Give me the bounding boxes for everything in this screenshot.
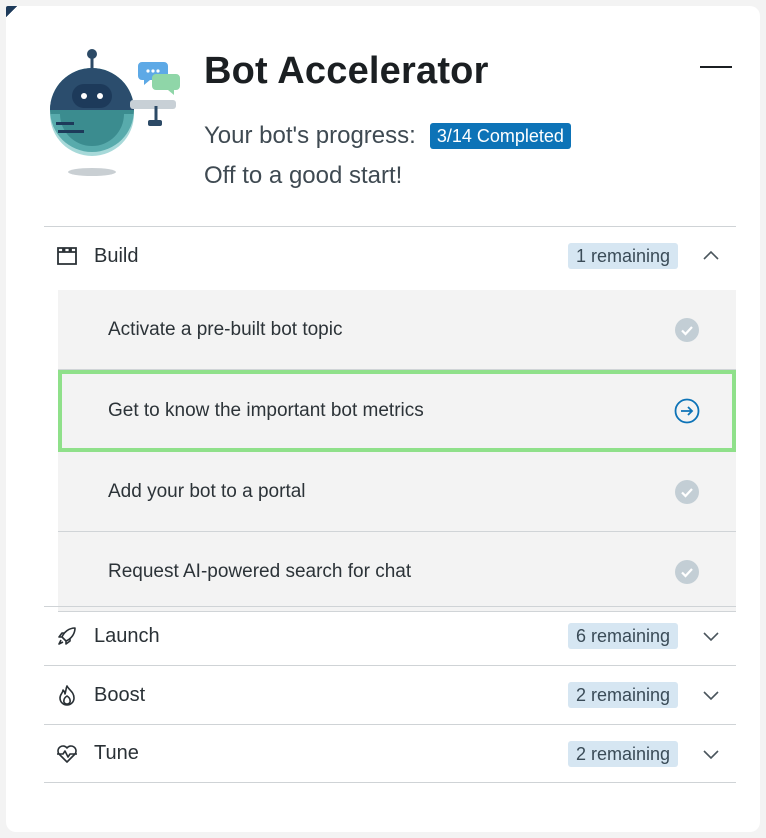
progress-line: Your bot's progress: 3/14 Completed <box>204 122 571 150</box>
section-build-label: Build <box>94 244 139 267</box>
progress-label: Your bot's progress: <box>204 122 416 149</box>
task-item[interactable]: Activate a pre-built bot topic <box>58 290 736 370</box>
chevron-down-icon[interactable] <box>702 745 720 763</box>
bot-avatar <box>50 49 180 176</box>
corner-mark <box>6 6 20 20</box>
section-tune-label: Tune <box>94 742 139 764</box>
section-build-header[interactable]: Build 1 remaining <box>44 226 736 285</box>
chevron-down-icon[interactable] <box>702 686 720 704</box>
task-label: Activate a pre-built bot topic <box>108 318 343 340</box>
chevron-down-icon[interactable] <box>702 627 720 645</box>
progress-badge: 3/14 Completed <box>429 123 571 149</box>
task-item-current[interactable]: Get to know the important bot metrics <box>58 370 736 452</box>
task-label: Add your bot to a portal <box>108 480 306 502</box>
section-launch-label: Launch <box>94 624 160 647</box>
launch-remaining-badge: 6 remaining <box>567 623 678 649</box>
section-boost-header[interactable]: Boost 2 remaining <box>44 665 736 724</box>
build-icon <box>56 245 78 267</box>
task-label: Get to know the important bot metrics <box>108 400 424 421</box>
bot-accelerator-panel: Bot Accelerator Your bot's progress: 3/1… <box>6 6 760 832</box>
rocket-icon <box>56 625 78 647</box>
build-remaining-badge: 1 remaining <box>567 243 678 269</box>
check-circle-icon <box>675 560 699 584</box>
boost-remaining-badge: 2 remaining <box>567 682 678 708</box>
chevron-up-icon[interactable] <box>702 247 720 265</box>
tune-remaining-badge: 2 remaining <box>567 741 678 767</box>
flame-icon <box>56 684 78 706</box>
section-boost-label: Boost <box>94 683 146 706</box>
heartbeat-icon <box>56 743 78 765</box>
section-tune-header[interactable]: Tune 2 remaining <box>44 724 736 783</box>
section-launch-header[interactable]: Launch 6 remaining <box>44 606 736 665</box>
minimize-button[interactable] <box>698 56 734 80</box>
page-title: Bot Accelerator <box>204 50 489 92</box>
task-label: Request AI-powered search for chat <box>108 560 412 582</box>
build-task-list: Activate a pre-built bot topic Get to kn… <box>58 290 736 612</box>
progress-message: Off to a good start! <box>204 162 403 189</box>
check-circle-icon <box>675 318 699 342</box>
arrow-right-circle-icon[interactable] <box>674 398 700 424</box>
task-item[interactable]: Add your bot to a portal <box>58 452 736 532</box>
check-circle-icon <box>675 480 699 504</box>
task-item[interactable]: Request AI-powered search for chat <box>58 532 736 612</box>
